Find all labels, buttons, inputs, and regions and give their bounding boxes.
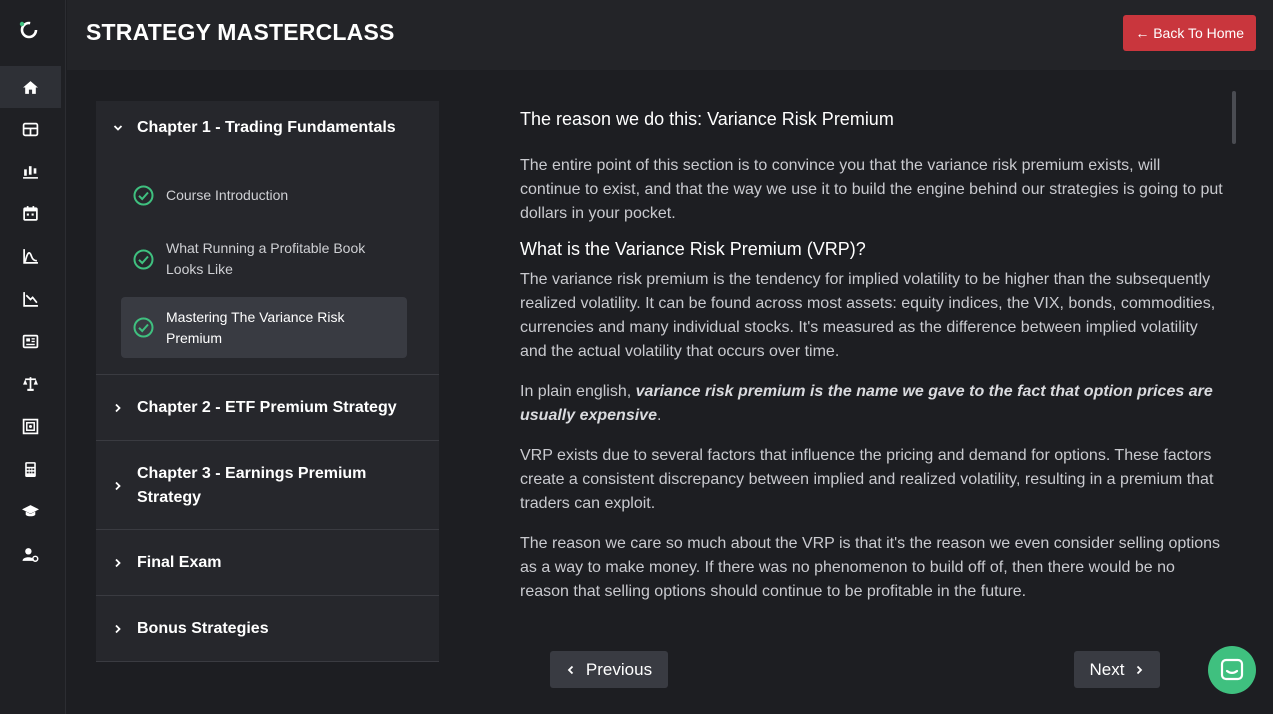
volatility-icon <box>23 248 38 264</box>
home-icon <box>23 80 38 94</box>
sidebar-item-home[interactable] <box>0 66 61 108</box>
chat-icon <box>1220 658 1244 681</box>
sidebar-item-dashboard[interactable] <box>0 108 61 150</box>
next-label: Next <box>1089 659 1125 679</box>
section-heading: The reason we do this: Variance Risk Pre… <box>520 109 894 129</box>
chapter-2: Chapter 2 - ETF Premium Strategy <box>96 375 439 441</box>
lesson-profitable-book[interactable]: What Running a Profitable Book Looks Lik… <box>121 238 407 280</box>
chapter-2-header[interactable]: Chapter 2 - ETF Premium Strategy <box>96 396 397 420</box>
lesson-content: The reason we do this: Variance Risk Pre… <box>520 106 1225 636</box>
back-to-home-button[interactable]: ← Back To Home <box>1123 15 1256 51</box>
chapter-title: Chapter 2 - ETF Premium Strategy <box>137 399 397 416</box>
lesson-title: Mastering The Variance Risk Premium <box>166 308 345 346</box>
previous-label: Previous <box>585 659 653 679</box>
previous-button[interactable]: Previous <box>550 651 668 688</box>
lesson-paragraph: The reason we care so much about the VRP… <box>520 535 1221 600</box>
chart-down-icon <box>23 291 38 307</box>
sidebar-item-volatility[interactable] <box>0 235 61 277</box>
lesson-title: Course Introduction <box>166 186 289 203</box>
sidebar-item-calendar[interactable] <box>0 192 61 234</box>
page-header: STRATEGY MASTERCLASS ← Back To Home <box>67 0 1273 70</box>
chapter-list: Chapter 1 - Trading Fundamentals Course … <box>96 101 439 662</box>
sidebar-item-news[interactable] <box>0 320 61 362</box>
chevron-right-icon <box>113 403 137 413</box>
portfolio-icon <box>22 418 39 434</box>
sidebar-item-account[interactable] <box>0 533 61 575</box>
chevron-right-icon <box>1137 665 1143 674</box>
chevron-right-icon <box>113 624 137 634</box>
chapter-1: Chapter 1 - Trading Fundamentals Course … <box>96 101 439 375</box>
trade-chart-icon <box>23 165 38 179</box>
calculator-icon <box>25 461 36 477</box>
chapter-title: Chapter 3 - Earnings Premium Strategy <box>137 465 367 506</box>
scale-icon <box>23 376 38 391</box>
app-logo-icon[interactable] <box>18 19 40 41</box>
lesson-course-introduction[interactable]: Course Introduction <box>121 180 407 210</box>
sidebar-item-calculator[interactable] <box>0 448 61 490</box>
paragraph-suffix: . <box>656 407 662 424</box>
check-circle-icon <box>133 249 154 269</box>
sidebar-rail <box>0 0 66 714</box>
lesson-paragraph: The variance risk premium is the tendenc… <box>520 271 1216 360</box>
chat-support-button[interactable] <box>1208 646 1256 694</box>
chevron-right-icon <box>113 558 137 568</box>
chapter-1-header[interactable]: Chapter 1 - Trading Fundamentals <box>96 116 396 140</box>
chevron-right-icon <box>113 481 137 491</box>
newspaper-icon <box>22 334 39 348</box>
lesson-title: What Running a Profitable Book Looks Lik… <box>166 240 366 277</box>
chevron-down-icon <box>113 123 137 133</box>
sidebar-item-analysis[interactable] <box>0 278 61 320</box>
check-circle-icon <box>133 317 154 338</box>
chapter-3-header[interactable]: Chapter 3 - Earnings Premium Strategy <box>96 462 387 510</box>
chevron-left-icon <box>567 665 574 674</box>
content-scrollbar[interactable] <box>1232 91 1236 144</box>
chapter-title: Chapter 1 - Trading Fundamentals <box>137 119 396 136</box>
paragraph-prefix: In plain english, <box>520 383 636 400</box>
next-button[interactable]: Next <box>1074 651 1160 688</box>
chapter-final-exam: Final Exam <box>96 530 439 596</box>
bonus-strategies-header[interactable]: Bonus Strategies <box>96 617 269 641</box>
chapter-title: Bonus Strategies <box>137 620 269 637</box>
chapter-bonus-strategies: Bonus Strategies <box>96 596 439 662</box>
lesson-paragraph: In plain english, variance risk premium … <box>520 380 1225 428</box>
sidebar-item-portfolio[interactable] <box>0 405 61 447</box>
sidebar-item-trades[interactable] <box>0 150 61 192</box>
chapter-3: Chapter 3 - Earnings Premium Strategy <box>96 441 439 530</box>
graduation-cap-icon <box>22 504 39 516</box>
lesson-variance-risk-premium[interactable]: Mastering The Variance Risk Premium <box>121 297 407 358</box>
sidebar-item-education[interactable] <box>0 490 61 532</box>
page-title: STRATEGY MASTERCLASS <box>86 19 395 45</box>
chapter-title: Final Exam <box>137 554 222 571</box>
user-settings-icon <box>22 547 39 562</box>
final-exam-header[interactable]: Final Exam <box>96 551 221 575</box>
lesson-paragraph: VRP exists due to several factors that i… <box>520 447 1214 512</box>
sidebar-item-compare[interactable] <box>0 362 61 404</box>
section-heading: What is the Variance Risk Premium (VRP)? <box>520 239 866 259</box>
lesson-paragraph: The entire point of this section is to c… <box>520 157 1223 222</box>
dashboard-grid-icon <box>22 122 39 136</box>
check-circle-icon <box>133 185 154 205</box>
calendar-icon <box>23 205 38 221</box>
